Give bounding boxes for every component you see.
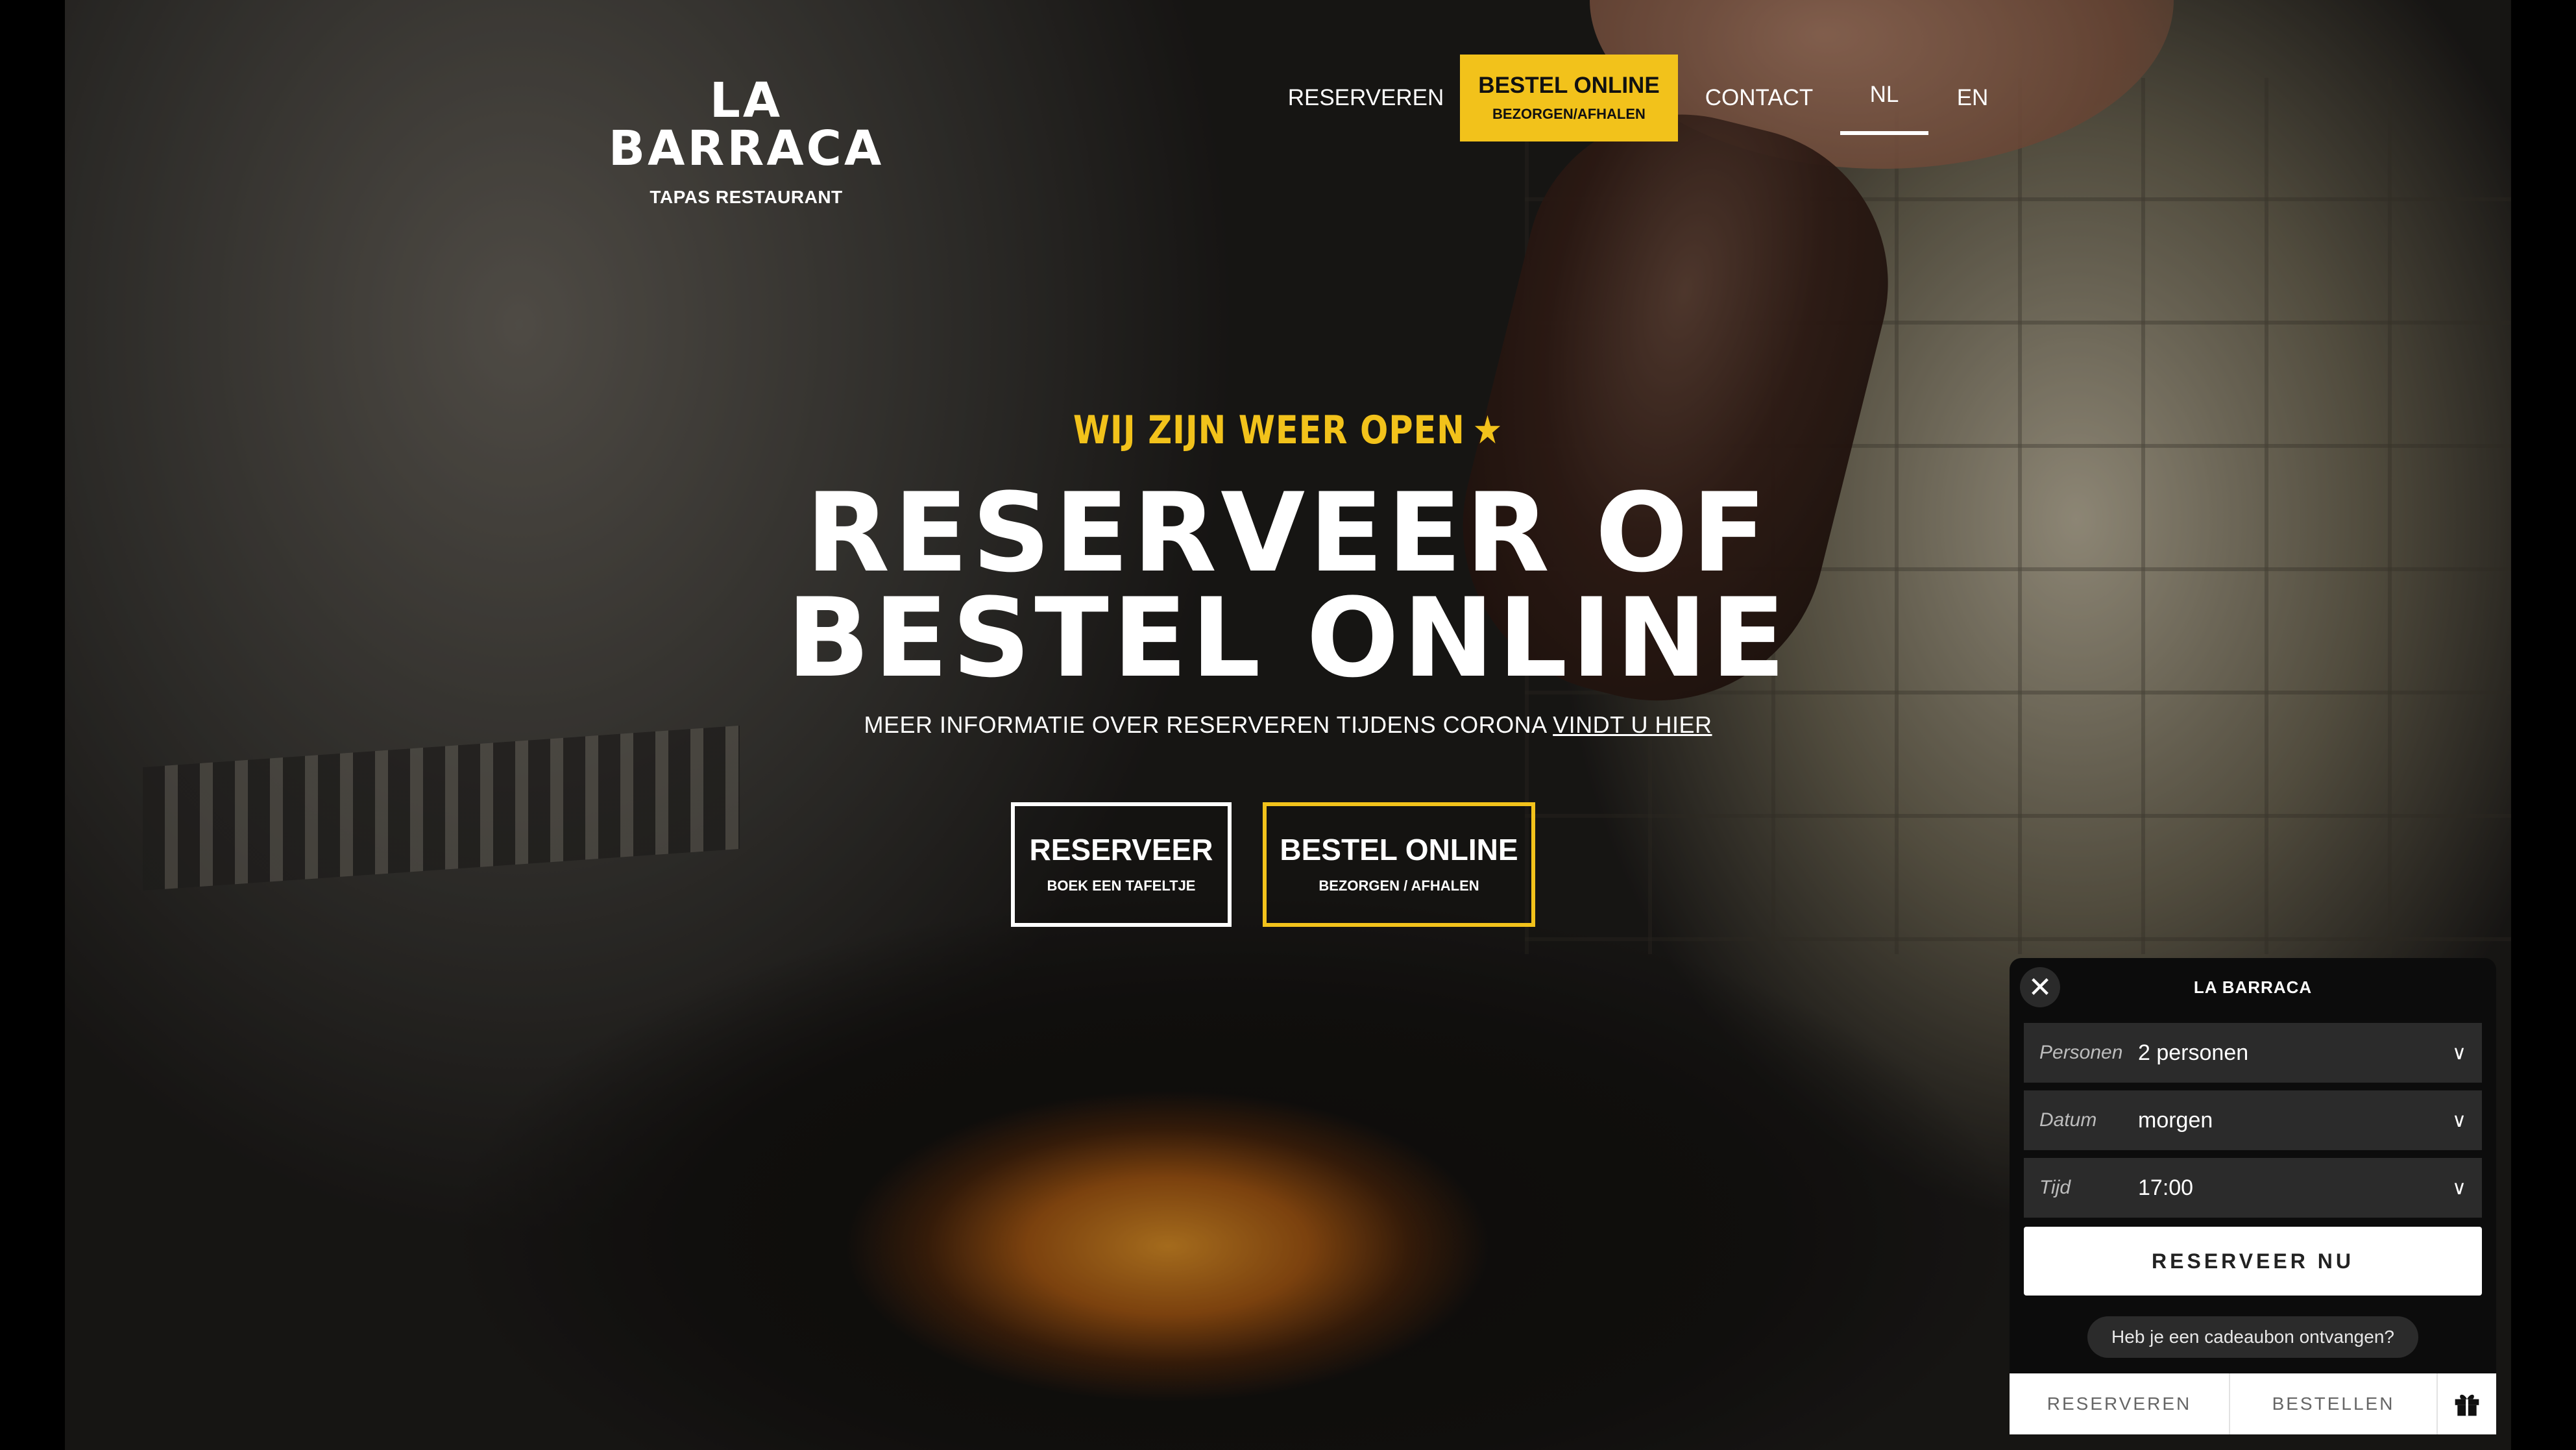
gift-icon-svg [2455, 1394, 2479, 1416]
reserveer-button-sublabel: BOEK EEN TAFELTJE [1047, 878, 1196, 894]
gift-icon[interactable] [2438, 1373, 2496, 1434]
logo-subtitle: TAPAS RESTAURANT [650, 187, 843, 207]
reservation-widget: ✕ LA BARRACA Personen 2 personen ∨ Datum… [2010, 958, 2496, 1434]
party-popper-icon: ★ [1472, 408, 1503, 453]
gift-voucher-link[interactable]: Heb je een cadeaubon ontvangen? [2087, 1316, 2418, 1358]
reserveer-nu-button[interactable]: RESERVEER NU [2024, 1227, 2482, 1296]
widget-title: LA BARRACA [2193, 977, 2313, 997]
bestel-online-button[interactable]: BESTEL ONLINE BEZORGEN / AFHALEN [1263, 802, 1535, 927]
bestel-button-sublabel: BEZORGEN / AFHALEN [1318, 878, 1479, 894]
widget-tabs: RESERVEREN BESTELLEN [2010, 1373, 2496, 1434]
tab-bestellen[interactable]: BESTELLEN [2230, 1373, 2438, 1434]
reserveer-button[interactable]: RESERVEER BOEK EEN TAFELTJE [1011, 802, 1232, 927]
bestel-button-label: BESTEL ONLINE [1280, 833, 1518, 866]
reserveer-button-label: RESERVEER [1029, 833, 1213, 866]
datum-value: morgen [2138, 1107, 2213, 1133]
nav-reserveren[interactable]: RESERVEREN [1272, 55, 1460, 141]
nav-bestel-label: BESTEL ONLINE [1478, 72, 1660, 98]
chevron-down-icon: ∨ [2452, 1176, 2466, 1199]
nav-contact[interactable]: CONTACT [1678, 55, 1840, 141]
corona-info-text: MEER INFORMATIE OVER RESERVEREN TIJDENS … [864, 711, 1546, 738]
main-nav: RESERVEREN BESTEL ONLINE BEZORGEN/AFHALE… [1272, 55, 2017, 141]
corona-info-link[interactable]: VINDT U HIER [1553, 711, 1712, 738]
nav-bestel-online[interactable]: BESTEL ONLINE BEZORGEN/AFHALEN [1460, 55, 1678, 141]
announcement-text: WIJ ZIJN WEER OPEN [1073, 408, 1465, 453]
logo-title: LA BARRACA [608, 73, 884, 177]
left-letterbox [0, 0, 65, 1450]
lang-en[interactable]: EN [1928, 55, 2017, 141]
tab-reserveren[interactable]: RESERVEREN [2010, 1373, 2230, 1434]
announcement: WIJ ZIJN WEER OPEN ★ [800, 408, 1777, 453]
headline-line-2: BESTEL ONLINE [786, 574, 1790, 702]
tijd-label: Tijd [2039, 1177, 2071, 1198]
personen-label: Personen [2039, 1042, 2123, 1063]
page-title: RESERVEER OF BESTEL ONLINE [714, 478, 1862, 693]
chevron-down-icon: ∨ [2452, 1109, 2466, 1132]
tijd-value: 17:00 [2138, 1175, 2194, 1200]
nav-bestel-sublabel: BEZORGEN/AFHALEN [1492, 105, 1646, 122]
lang-nl[interactable]: NL [1840, 55, 1928, 135]
personen-value: 2 personen [2138, 1040, 2249, 1065]
personen-select[interactable]: Personen 2 personen ∨ [2024, 1023, 2482, 1083]
chevron-down-icon: ∨ [2452, 1041, 2466, 1064]
site-logo[interactable]: LA BARRACA TAPAS RESTAURANT [571, 77, 921, 208]
corona-info: MEER INFORMATIE OVER RESERVEREN TIJDENS … [714, 711, 1862, 739]
right-letterbox [2511, 0, 2576, 1450]
datum-select[interactable]: Datum morgen ∨ [2024, 1090, 2482, 1150]
datum-label: Datum [2039, 1109, 2097, 1131]
tijd-select[interactable]: Tijd 17:00 ∨ [2024, 1158, 2482, 1218]
